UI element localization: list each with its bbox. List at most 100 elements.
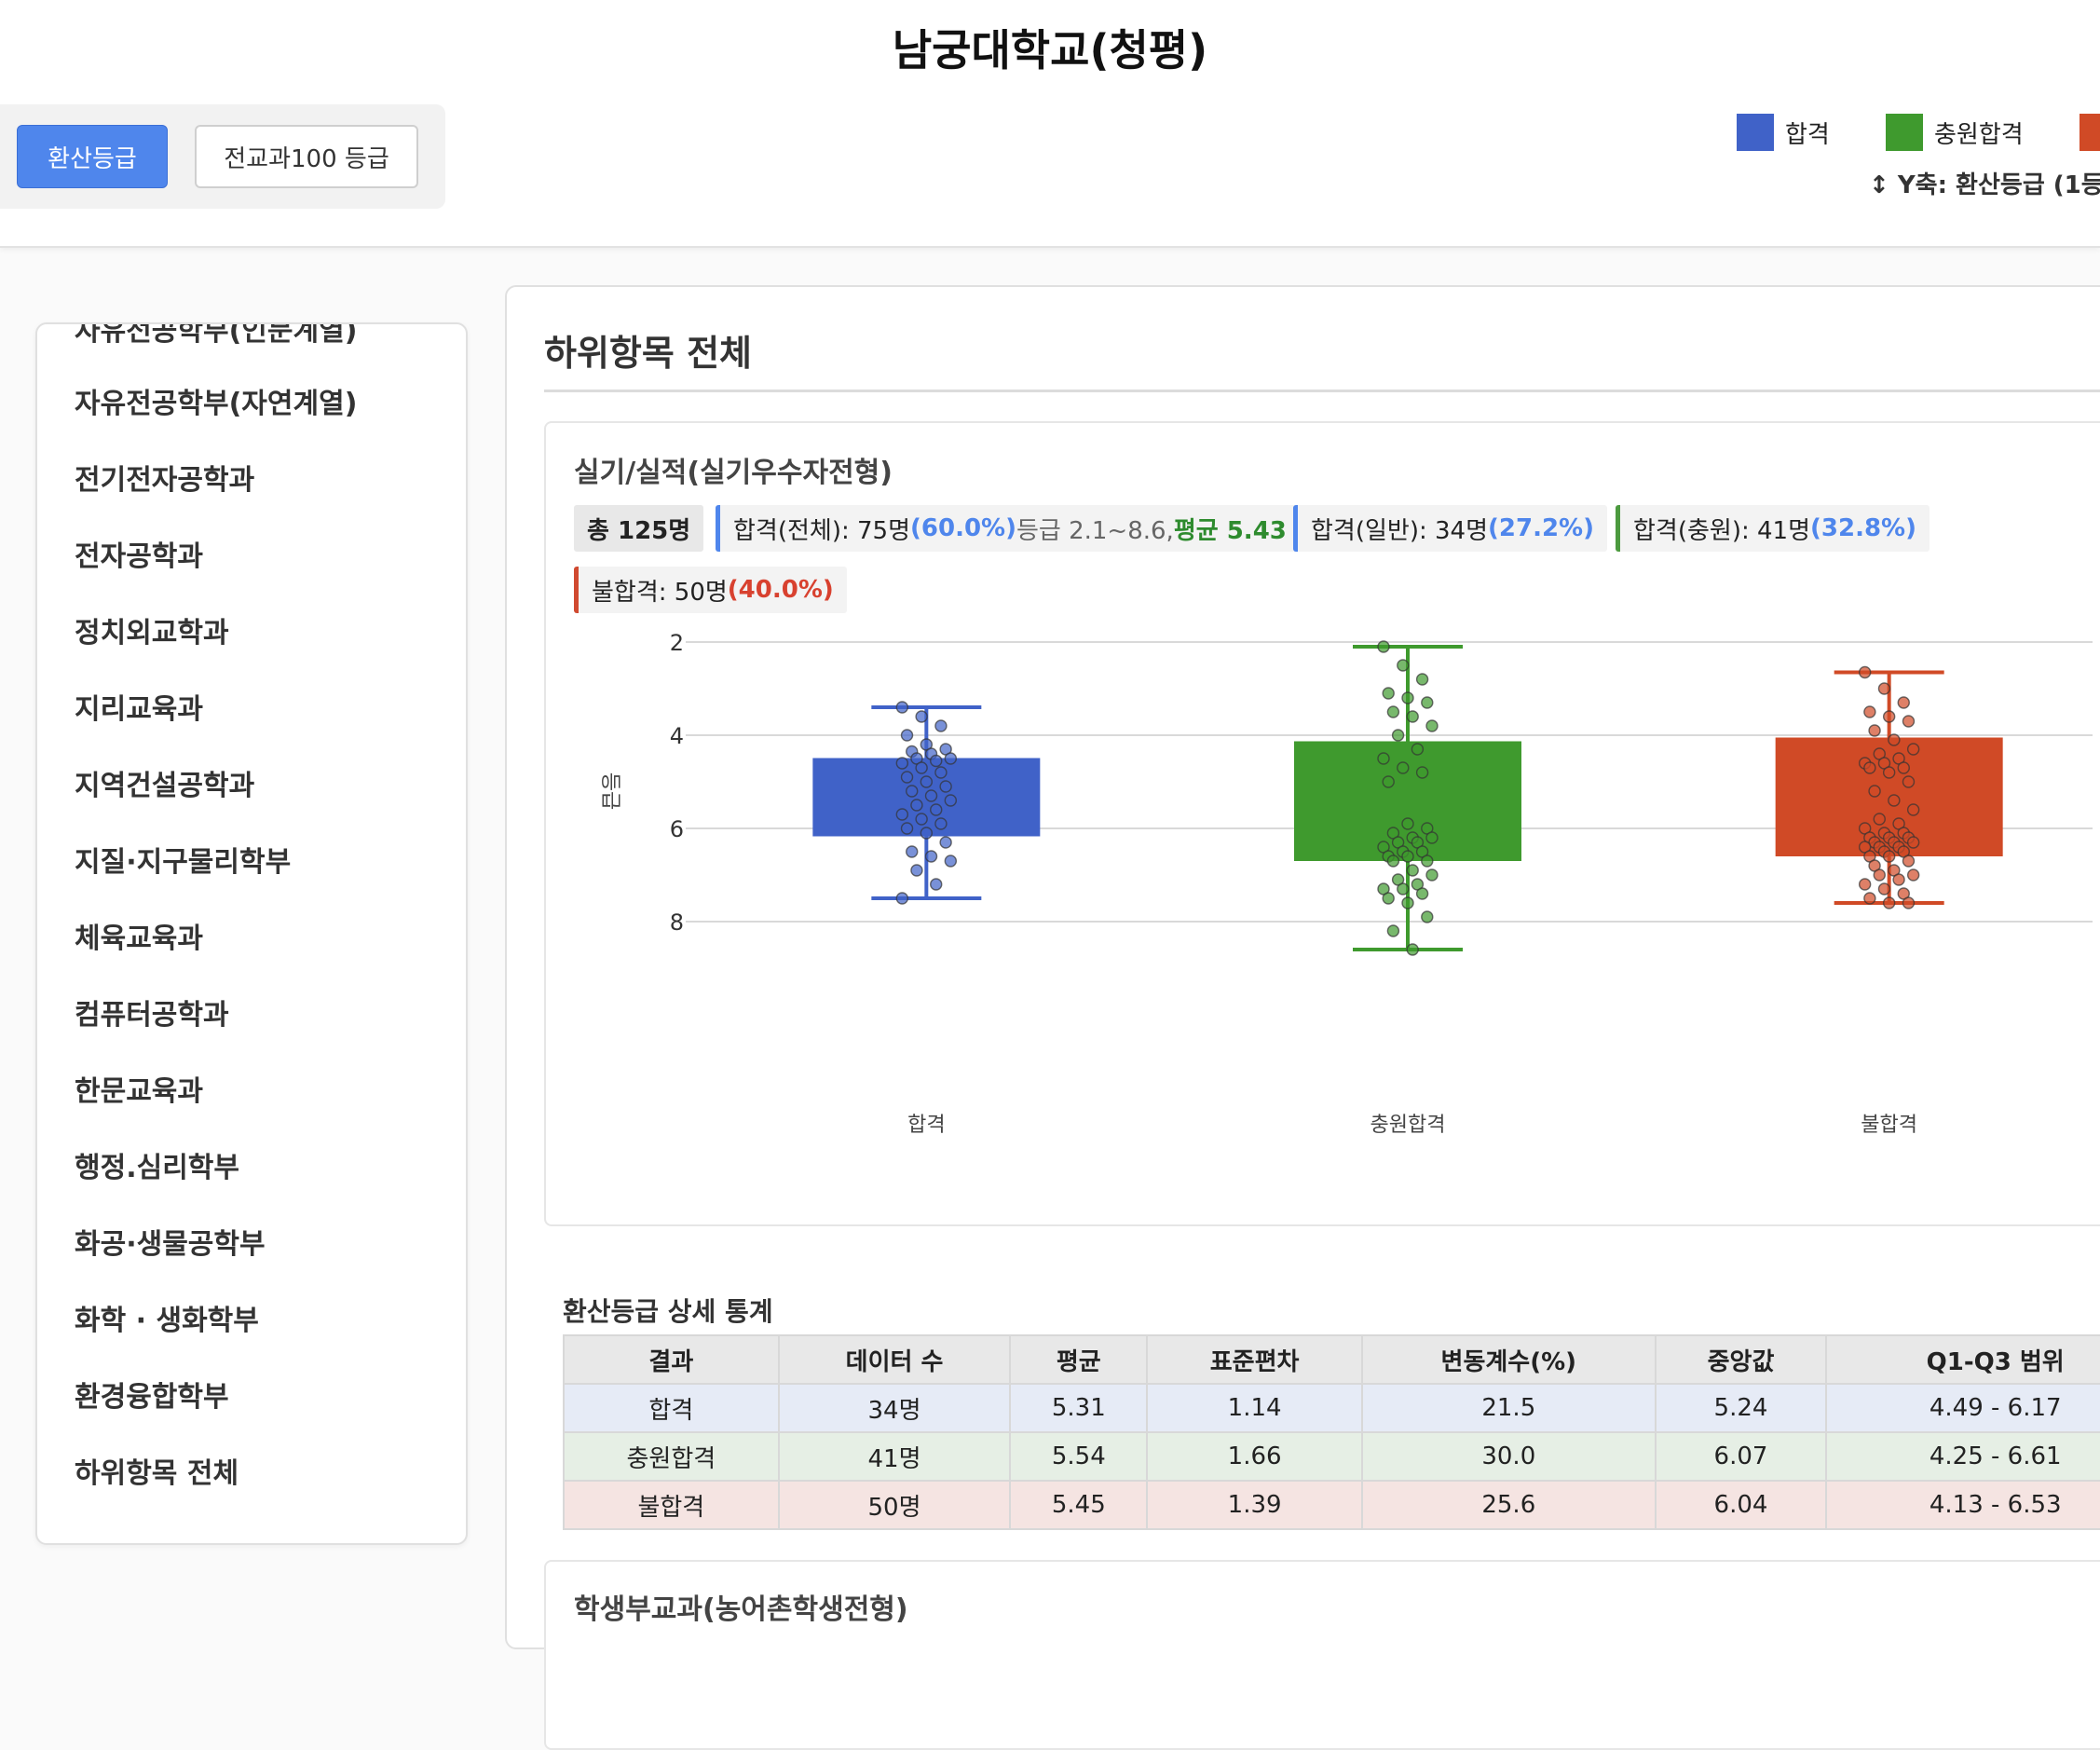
data-point [1868,785,1881,798]
top-bar: 남궁대학교(청평) 환산등급 전교과100 등급 합격 충원합격 ↕ Y축: 환… [0,0,2100,248]
data-point [944,794,958,807]
table-cell: 50명 [777,1480,1012,1530]
data-point [900,729,914,742]
data-point [930,754,943,768]
sidebar-item-chemistry[interactable]: 화학 · 생화학부 [75,1303,259,1340]
data-point [1406,710,1419,723]
data-point [895,757,909,770]
data-point [1406,864,1419,877]
data-point [944,854,958,868]
next-section-card: 학생부교과(농어촌학생전형) [544,1560,2100,1750]
stats-table: 결과 데이터 수 평균 표준편차 변동계수(%) 중앙값 Q1-Q3 범위 합격… [563,1334,2100,1530]
data-point [1906,743,1920,756]
data-point [1377,640,1390,653]
legend-swatch-additional-pass [1886,114,1923,151]
sidebar-item-computer[interactable]: 컴퓨터공학과 [75,997,229,1034]
table-cell: 1.14 [1146,1383,1363,1433]
table-cell: 4.13 - 6.53 [1825,1480,2100,1530]
col-header: 데이터 수 [777,1334,1012,1385]
data-point [1902,775,1916,788]
stats-title: 환산등급 상세 통계 [563,1296,773,1327]
legend-fail [2080,114,2100,151]
y-tick-label: 4 [670,723,684,749]
data-point [1873,813,1886,826]
data-point [915,761,928,774]
data-point [1382,892,1395,905]
stats-header-row: 결과 데이터 수 평균 표준편차 변동계수(%) 중앙값 Q1-Q3 범위 [563,1334,2100,1385]
sidebar-item-regional-construction[interactable]: 지역건설공학과 [75,768,254,805]
sidebar-item-electrical[interactable]: 전기전자공학과 [75,462,254,499]
sidebar-item-politics[interactable]: 정치외교학과 [75,615,229,652]
data-point [1411,743,1425,756]
x-tick-label: 불합격 [1861,1114,1917,1137]
table-cell: 5.45 [1009,1480,1149,1530]
data-point [1382,687,1395,700]
data-point [906,785,919,798]
table-cell: 5.24 [1654,1383,1828,1433]
data-point [934,766,948,779]
table-cell: 1.66 [1146,1431,1363,1482]
legend-label-additional-pass: 충원합격 [1934,120,2024,149]
all-subjects-grade-button[interactable]: 전교과100 등급 [195,125,418,188]
data-point [1868,724,1881,737]
data-point [1401,817,1414,830]
sidebar-item-all-subitems[interactable]: 하위항목 전체 [75,1456,239,1493]
data-point [895,701,909,714]
sidebar-item-liberal-science[interactable]: 자유전공학부(자연계열) [75,386,357,423]
y-tick-label: 8 [670,909,684,936]
data-point [910,864,923,877]
data-point [924,850,938,863]
data-point [1882,850,1896,863]
data-point [1397,882,1410,896]
col-header: Q1-Q3 범위 [1825,1334,2100,1385]
sidebar-item-electronics[interactable]: 전자공학과 [75,539,203,576]
sidebar-item-chinese-classics-edu[interactable]: 한문교육과 [75,1073,203,1111]
data-point [900,771,914,784]
table-cell: 34명 [777,1383,1012,1433]
data-point [1406,943,1419,956]
data-point [1401,896,1414,909]
data-point [915,813,928,826]
converted-grade-button[interactable]: 환산등급 [17,125,168,188]
data-point [920,827,934,840]
data-point [939,780,952,793]
table-row: 충원합격 41명 5.54 1.66 30.0 6.07 4.25 - 6.61 [563,1431,2100,1482]
data-point [930,803,943,816]
data-point [934,817,948,830]
data-point [895,808,909,821]
sidebar-item-administration[interactable]: 행정.심리학부 [75,1150,239,1187]
y-tick-label: 2 [670,630,684,656]
sidebar-item-chem-bio-eng[interactable]: 화공·생물공학부 [75,1226,266,1264]
data-point [1425,831,1439,844]
table-cell: 4.25 - 6.61 [1825,1431,2100,1482]
data-point [1401,850,1414,863]
data-point [1386,705,1400,718]
panel-title: 하위항목 전체 [544,333,752,374]
grade-box-plot: 2 4 6 8 등급합격 충원합격 불합격 [598,630,2093,1137]
data-point [1415,766,1429,779]
data-point [895,892,909,905]
data-point [910,799,923,812]
x-tick-label: 합격 [907,1114,945,1137]
data-point [1892,873,1905,886]
y-axis-label: 등급 [598,772,621,810]
legend-label-pass: 합격 [1785,120,1830,149]
data-point [1882,896,1896,909]
table-cell: 6.07 [1654,1431,1828,1482]
table-cell: 충원합격 [563,1431,780,1482]
y-tick-label: 6 [670,816,684,842]
y-axis-note-text: Y축: 환산등급 (1등 [1897,171,2100,199]
sidebar-item-environment[interactable]: 환경융합학부 [75,1379,229,1416]
legend-additional-pass: 충원합격 [1886,114,2024,151]
next-section-title: 학생부교과(농어촌학생전형) [574,1593,908,1626]
sidebar-item-liberal-humanities[interactable]: 자유전공학부(인문계열) [75,324,357,350]
col-header: 중앙값 [1654,1334,1828,1385]
table-cell: 4.49 - 6.17 [1825,1383,2100,1433]
data-point [1421,910,1434,923]
sidebar-item-physical-edu[interactable]: 체육교육과 [75,921,203,958]
sidebar-item-geography-edu[interactable]: 지리교육과 [75,691,203,729]
vertical-arrows-icon: ↕ [1869,171,1889,199]
data-point [1415,673,1429,686]
data-point [1397,761,1410,774]
sidebar-item-geology[interactable]: 지질·지구물리학부 [75,844,291,882]
